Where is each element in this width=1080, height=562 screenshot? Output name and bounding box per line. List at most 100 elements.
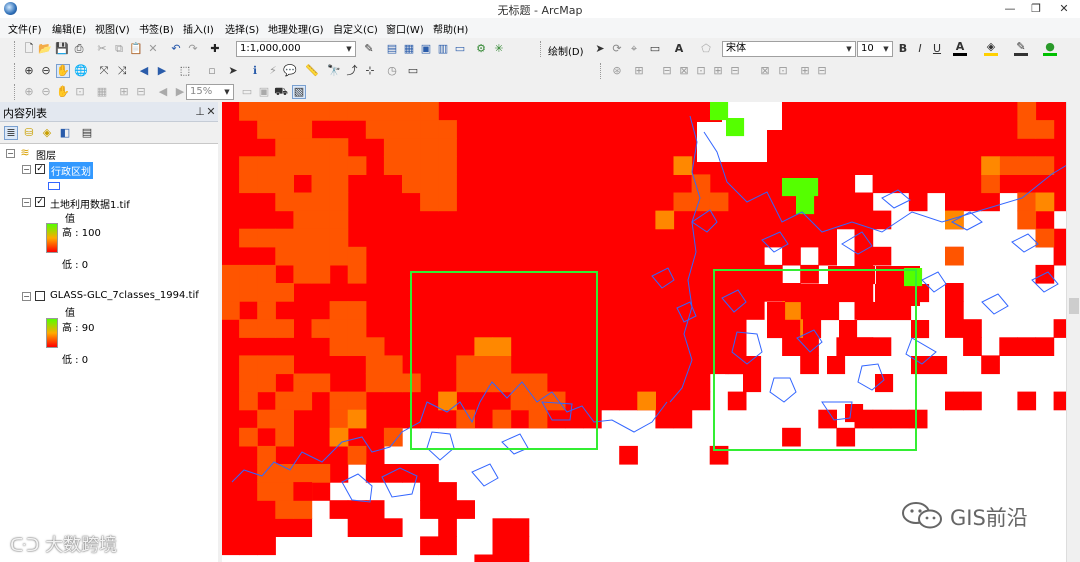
menu-file[interactable]: 文件(F) [8, 21, 42, 36]
menu-selection[interactable]: 选择(S) [225, 21, 259, 36]
rotate-icon[interactable]: ⟳ [610, 42, 624, 56]
layer-visibility-checkbox[interactable]: ✓ [35, 164, 45, 174]
table-of-contents-icon[interactable]: ▤ [385, 42, 399, 56]
map-scale-combo[interactable]: 1:1,000,000 ▼ [236, 41, 356, 57]
toolbar-grip[interactable] [14, 84, 17, 100]
edit-tool-4-icon[interactable]: ⊞ [711, 64, 725, 78]
clear-selection-icon[interactable]: ▫ [205, 64, 219, 78]
find-route-icon[interactable]: ⤴ [345, 64, 359, 78]
color-ramp-swatch[interactable] [46, 223, 58, 253]
menu-windows[interactable]: 窗口(W) [386, 21, 424, 36]
find-icon[interactable]: 🔭 [327, 64, 341, 78]
select-elements-icon[interactable]: ➤ [593, 42, 607, 56]
full-extent-icon[interactable]: 🌐 [74, 64, 88, 78]
zoom-to-selected-icon[interactable]: ⌖ [627, 42, 641, 56]
select-elements-arrow-icon[interactable]: ➤ [226, 64, 240, 78]
arctoolbox-icon[interactable]: ▥ [436, 42, 450, 56]
menu-edit[interactable]: 编辑(E) [52, 21, 86, 36]
undo-icon[interactable]: ↶ [169, 42, 183, 56]
select-features-icon[interactable]: ⬚ [178, 64, 192, 78]
bold-button[interactable]: B [896, 42, 910, 56]
cut-icon[interactable]: ✂ [95, 42, 109, 56]
redo-icon[interactable]: ↷ [186, 42, 200, 56]
font-name-combo[interactable]: 宋体 ▼ [722, 41, 856, 57]
measure-icon[interactable]: 📏 [305, 64, 319, 78]
vertical-scrollbar[interactable] [1066, 102, 1080, 562]
print-icon[interactable]: ⎙ [72, 42, 86, 56]
layer-visibility-checkbox[interactable] [35, 291, 45, 301]
fixed-zoom-out-icon[interactable]: ⤨ [115, 64, 129, 78]
georef-icon[interactable]: ⊛ [610, 64, 624, 78]
layout-fixed-zoom-out-icon[interactable]: ⊟ [134, 85, 148, 99]
collapse-icon[interactable]: − [22, 165, 31, 174]
toggle-draft-icon[interactable]: ▭ [240, 85, 254, 99]
layout-forward-icon[interactable]: ▶ [173, 85, 187, 99]
topology-icon[interactable]: ⊞ [632, 64, 646, 78]
menu-bookmarks[interactable]: 书签(B) [139, 21, 174, 36]
go-to-xy-icon[interactable]: ⊹ [363, 64, 377, 78]
fill-color-icon[interactable]: ◈ [984, 40, 998, 56]
list-by-visibility-icon[interactable]: ◈ [40, 126, 54, 140]
restore-button[interactable]: ❐ [1022, 0, 1050, 18]
search-window-icon[interactable]: ▣ [419, 42, 433, 56]
menu-view[interactable]: 视图(V) [95, 21, 130, 36]
map-display[interactable] [222, 102, 1080, 562]
paste-icon[interactable]: 📋 [129, 42, 143, 56]
add-data-icon[interactable]: ✚ [208, 42, 222, 56]
edit-tool-6-icon[interactable]: ⊠ [758, 64, 772, 78]
options-icon[interactable]: ▤ [80, 126, 94, 140]
save-icon[interactable]: 💾 [55, 42, 69, 56]
font-color-icon[interactable]: A [953, 40, 967, 56]
edit-tool-1-icon[interactable]: ⊟ [660, 64, 674, 78]
layer-admin-boundary-label[interactable]: 行政区划 [49, 162, 93, 179]
edit-tool-5-icon[interactable]: ⊟ [728, 64, 742, 78]
font-size-combo[interactable]: 10 ▼ [857, 41, 893, 57]
close-button[interactable]: ✕ [1050, 0, 1078, 18]
edit-vertices-icon[interactable]: ⬠ [699, 42, 713, 56]
raster-map-canvas[interactable] [222, 102, 1080, 562]
collapse-icon[interactable]: − [6, 149, 15, 158]
layers-root-label[interactable]: 图层 [36, 147, 56, 162]
zoom-whole-page-icon[interactable]: ⊡ [73, 85, 87, 99]
layer-visibility-checkbox[interactable]: ✓ [35, 197, 45, 207]
color-ramp-swatch[interactable] [46, 318, 58, 348]
zoom-out-icon[interactable]: ⊖ [39, 64, 53, 78]
layout-zoom-in-icon[interactable]: ⊕ [22, 85, 36, 99]
zoom-percent-combo[interactable]: 15% ▼ [186, 84, 234, 100]
editor-toolbar-icon[interactable]: ✎ [362, 42, 376, 56]
marker-color-icon[interactable]: ● [1043, 40, 1057, 56]
change-layout-icon[interactable]: ⛟ [274, 85, 288, 99]
polygon-symbol-swatch[interactable] [48, 182, 60, 190]
menu-insert[interactable]: 插入(I) [183, 21, 214, 36]
edit-tool-8-icon[interactable]: ⊞ [798, 64, 812, 78]
minimize-button[interactable]: — [996, 0, 1024, 18]
forward-extent-icon[interactable]: ▶ [155, 64, 169, 78]
layer-landuse-label[interactable]: 土地利用数据1.tif [50, 196, 130, 211]
open-folder-icon[interactable]: 📂 [38, 42, 52, 56]
menu-customize[interactable]: 自定义(C) [333, 21, 378, 36]
layout-zoom-out-icon[interactable]: ⊖ [39, 85, 53, 99]
toolbar-extra-icon[interactable]: ✳ [492, 42, 506, 56]
italic-button[interactable]: I [913, 42, 927, 56]
scrollbar-thumb[interactable] [1069, 298, 1079, 314]
draw-menu-label[interactable]: 绘制(D) [548, 43, 584, 58]
text-tool-icon[interactable]: A [672, 42, 686, 56]
list-by-selection-icon[interactable]: ◧ [58, 126, 72, 140]
list-by-drawing-order-icon[interactable]: ≣ [4, 126, 18, 140]
layer-glass-glc-label[interactable]: GLASS-GLC_7classes_1994.tif [50, 290, 199, 301]
pan-hand-icon[interactable]: ✋ [56, 64, 70, 78]
toolbar-grip[interactable] [540, 41, 543, 57]
edit-tool-2-icon[interactable]: ⊠ [677, 64, 691, 78]
collapse-icon[interactable]: − [22, 292, 31, 301]
focus-frame-icon[interactable]: ▣ [257, 85, 271, 99]
hyperlink-icon[interactable]: ⚡ [266, 64, 280, 78]
list-by-source-icon[interactable]: ⛁ [22, 126, 36, 140]
underline-button[interactable]: U [930, 42, 944, 56]
edit-tool-3-icon[interactable]: ⊡ [694, 64, 708, 78]
edit-tool-9-icon[interactable]: ⊟ [815, 64, 829, 78]
back-extent-icon[interactable]: ◀ [137, 64, 151, 78]
layout-fixed-zoom-in-icon[interactable]: ⊞ [117, 85, 131, 99]
identify-icon[interactable]: ℹ [248, 64, 262, 78]
toolbar-grip[interactable] [14, 41, 17, 57]
time-slider-icon[interactable]: ◷ [385, 64, 399, 78]
